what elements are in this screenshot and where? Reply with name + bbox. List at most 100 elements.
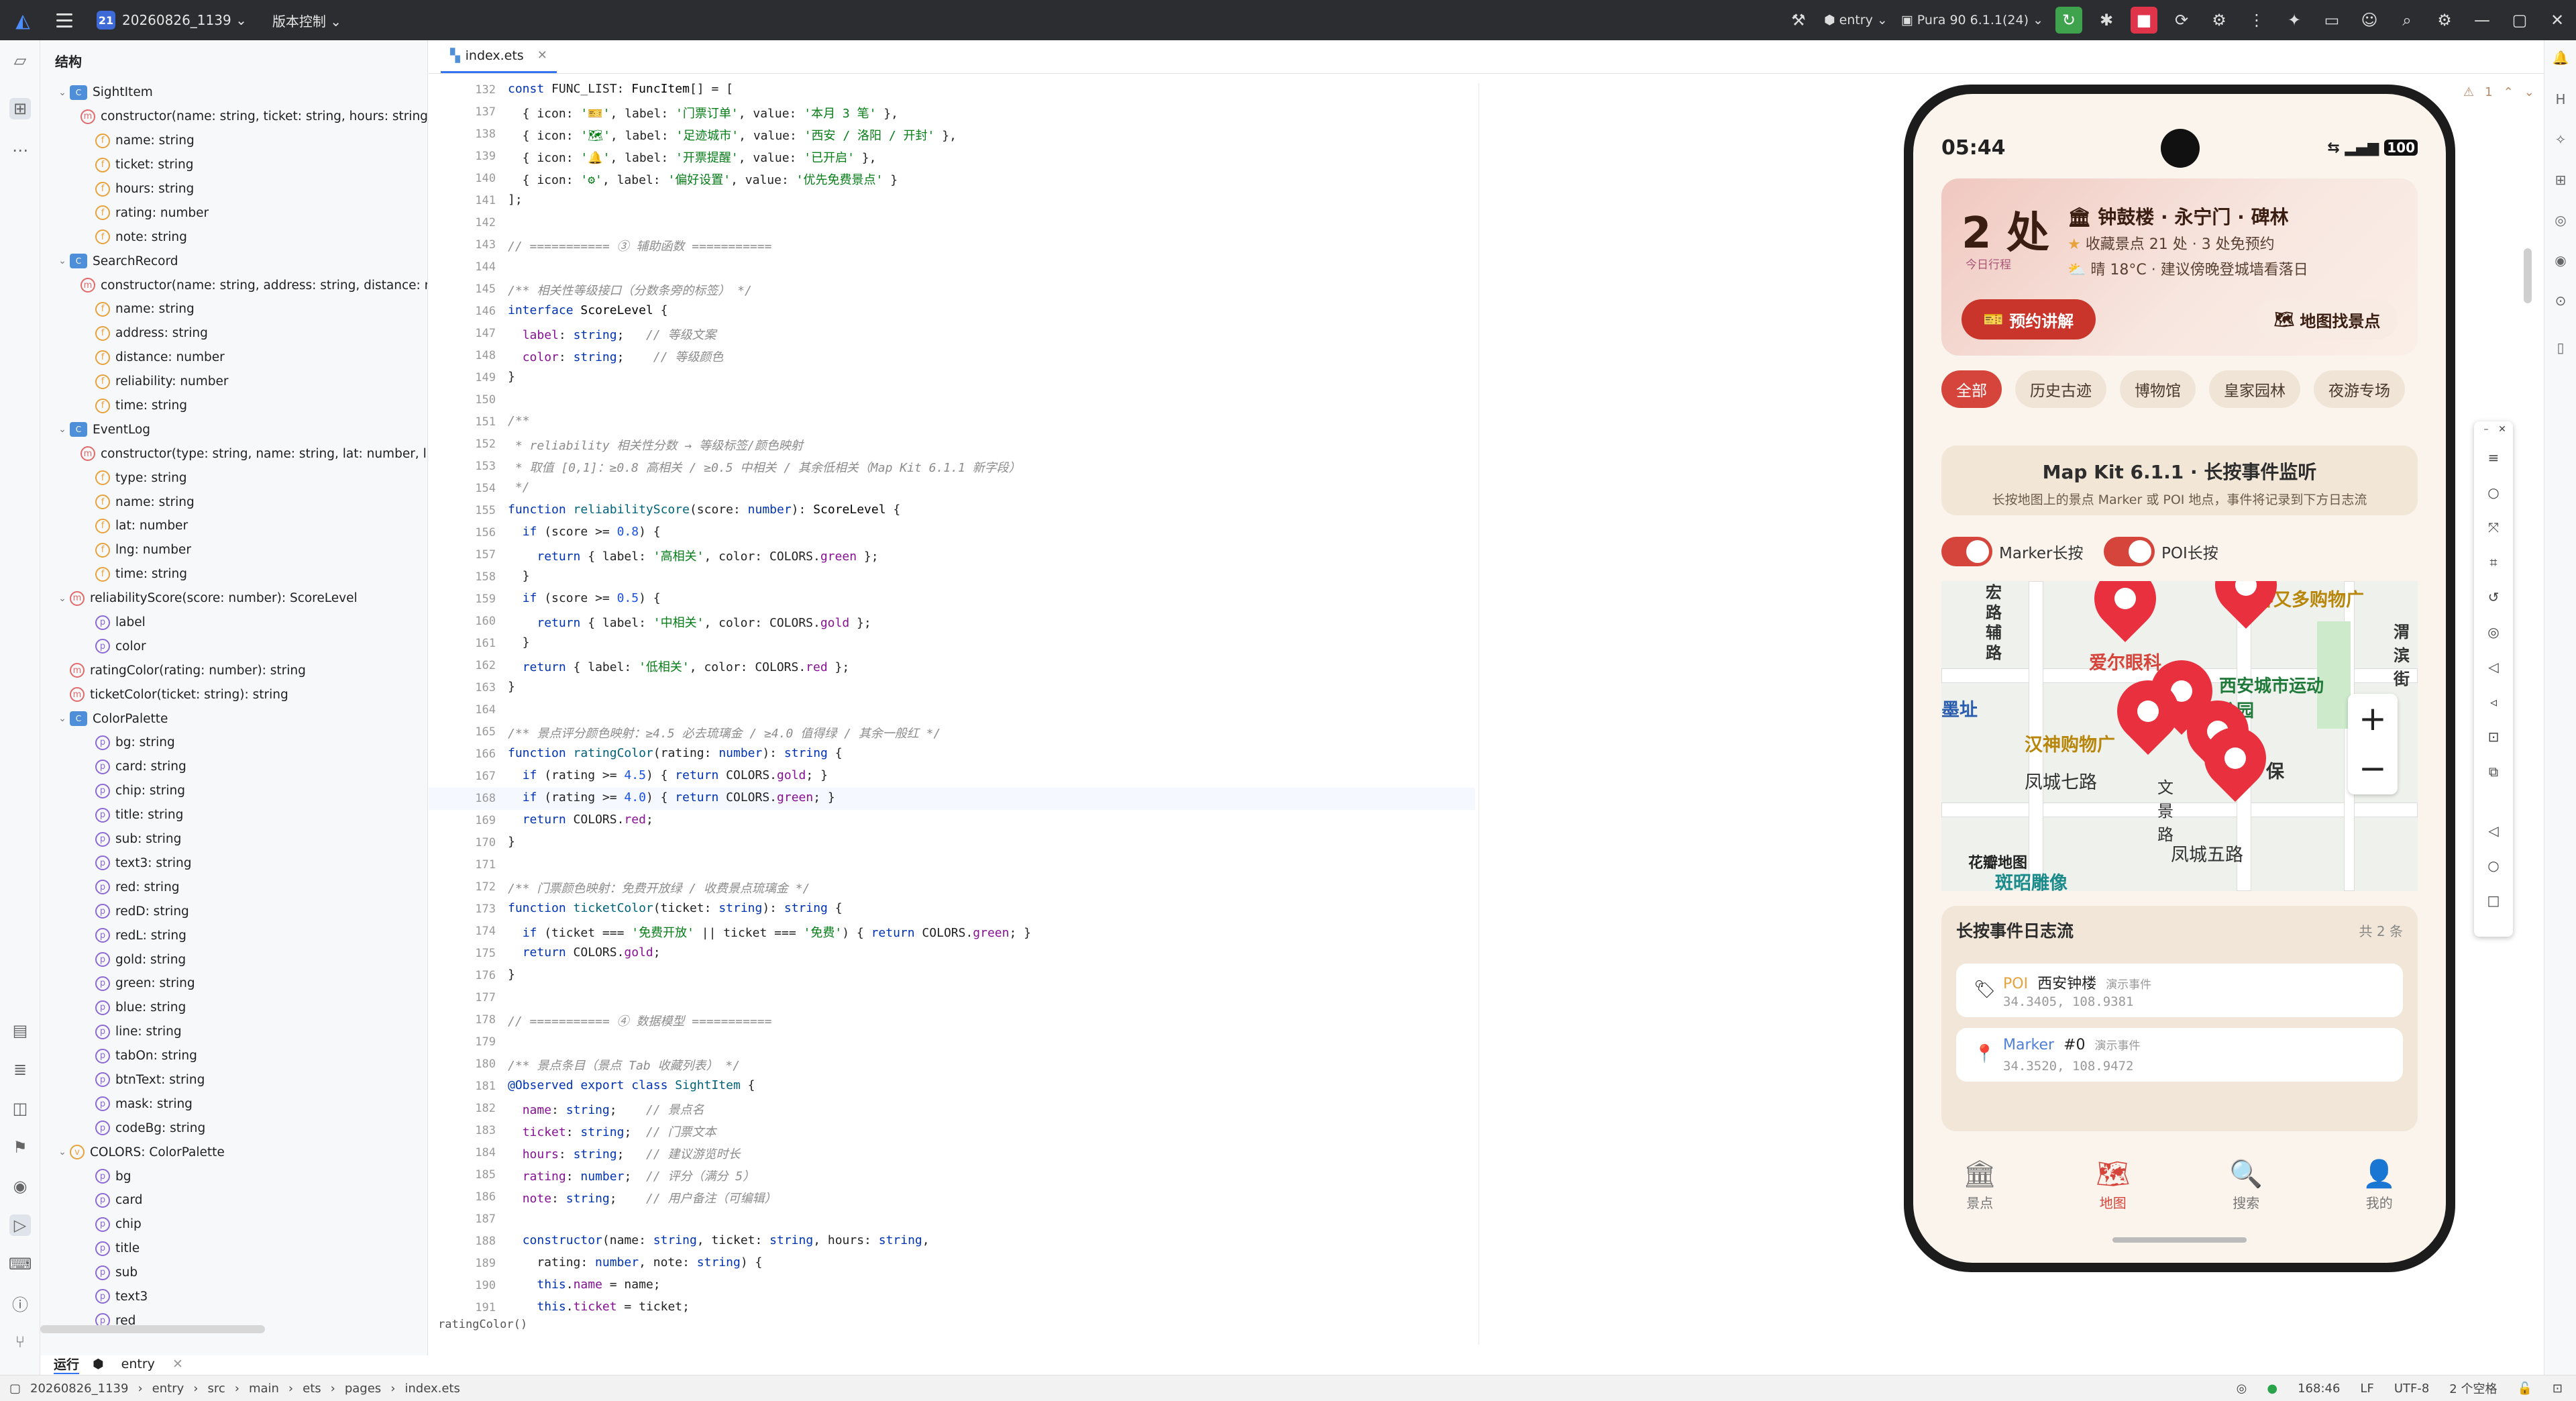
tree-item[interactable]: f ticket: string (40, 153, 427, 177)
code-line[interactable]: note: string; // 用户备注（可编辑） (508, 1189, 777, 1206)
pin-toggle-icon[interactable]: ⤧ (2485, 519, 2502, 535)
close-tab-icon[interactable]: ✕ (537, 48, 547, 62)
code-line[interactable]: /** 景点条目（景点 Tab 收藏列表） */ (508, 1056, 740, 1074)
device-selector[interactable]: ▣ Pura 90 6.1.1(24) ⌄ (1901, 13, 2043, 28)
chevron-down-icon[interactable]: ⌄ (55, 1147, 70, 1157)
category-chip[interactable]: 全部 (1941, 370, 2002, 408)
tree-item[interactable]: f reliability: number (40, 370, 427, 394)
tree-item[interactable]: p sub: string (40, 827, 427, 851)
line-ending[interactable]: LF (2360, 1382, 2373, 1396)
project-selector[interactable]: 20260826_1139 ⌄ (122, 12, 247, 28)
code-line[interactable]: ticket: string; // 门票文本 (508, 1123, 716, 1140)
tree-item[interactable]: p chip (40, 1212, 427, 1237)
tree-item[interactable]: p title (40, 1237, 427, 1261)
nav-search[interactable]: 🔍 搜索 (2206, 1145, 2286, 1225)
git-icon[interactable]: ⑂ (9, 1331, 31, 1353)
tree-item[interactable]: f time: string (40, 394, 427, 418)
tree-item[interactable]: p tabOn: string (40, 1044, 427, 1068)
code-line[interactable]: label: string; // 等级文案 (508, 325, 716, 343)
map-find-button[interactable]: 🗺 地图找景点 (2257, 299, 2398, 340)
tree-item[interactable]: p codeBg: string (40, 1116, 427, 1140)
code-line[interactable]: { icon: '🎫', label: '门票订单', value: '本月 3… (508, 104, 898, 121)
chevron-down-icon[interactable]: ⌄ (55, 87, 70, 98)
path-seg[interactable]: entry (152, 1382, 184, 1396)
tree-item[interactable]: p green: string (40, 972, 427, 996)
nav-sights[interactable]: 🏛 景点 (1939, 1145, 2020, 1225)
record-icon[interactable]: ⧉ (2485, 764, 2502, 780)
switch[interactable] (2104, 537, 2155, 566)
stop-icon[interactable]: ■ (2131, 7, 2157, 34)
rotate-icon[interactable]: ↺ (2485, 589, 2502, 605)
path-seg[interactable]: 20260826_1139 (30, 1382, 128, 1396)
device-icon[interactable]: ▯ (2551, 340, 2570, 358)
maximize-icon[interactable]: ▢ (2506, 7, 2533, 34)
tree-item[interactable]: p chip: string (40, 779, 427, 803)
settings-icon[interactable]: ⚙ (2431, 7, 2458, 34)
code-line[interactable]: } (508, 680, 515, 694)
tree-icon[interactable]: ⊞ (2551, 172, 2570, 191)
ai-icon[interactable]: ◎ (2237, 1382, 2247, 1396)
code-line[interactable]: const FUNC_LIST: FuncItem[] = [ (508, 83, 733, 96)
tree-item[interactable]: ⌄ C EventLog (40, 417, 427, 442)
code-line[interactable]: return { label: '中相关', color: COLORS.gol… (508, 613, 871, 631)
code-line[interactable]: /** 景点评分颜色映射：≥4.5 必去琉璃金 / ≥4.0 值得绿 / 其余一… (508, 724, 941, 741)
editor-scrollbar[interactable] (2524, 248, 2532, 303)
code-line[interactable]: if (ticket === '免费开放' || ticket === '免费'… (508, 923, 1031, 941)
tree-item[interactable]: f type: string (40, 466, 427, 490)
database-icon[interactable]: ◎ (2551, 212, 2570, 231)
account-icon[interactable]: ☺ (2356, 7, 2383, 34)
tree-item[interactable]: m constructor(name: string, ticket: strin… (40, 105, 427, 129)
preview-icon[interactable]: ◉ (2551, 252, 2570, 271)
switch[interactable] (1941, 537, 1992, 566)
code-line[interactable]: @Observed export class SightItem { (508, 1078, 755, 1092)
tree-item[interactable]: m constructor(type: string, name: string,… (40, 442, 427, 466)
tree-item[interactable]: p card: string (40, 755, 427, 779)
profiler-icon[interactable]: ⚙ (2206, 7, 2233, 34)
tree-item[interactable]: f lng: number (40, 538, 427, 562)
menu-icon[interactable]: ≡ (2485, 450, 2502, 466)
build-output-icon[interactable]: ⚑ (9, 1137, 31, 1158)
code-line[interactable]: /** (508, 414, 530, 428)
recents-icon[interactable]: □ (2485, 892, 2502, 909)
tree-item[interactable]: ⌄ m reliabilityScore(score: number): Score… (40, 586, 427, 611)
category-chip[interactable]: 皇家园林 (2209, 370, 2300, 408)
code-line[interactable]: /** 相关性等级接口（分数条旁的标签） */ (508, 281, 752, 299)
code-line[interactable]: { icon: '🔔', label: '开票提醒', value: '已开启'… (508, 148, 877, 166)
indent[interactable]: 2 个空格 (2449, 1380, 2497, 1397)
location-icon[interactable]: ◎ (2485, 624, 2502, 640)
power-icon[interactable]: ○ (2485, 484, 2502, 501)
code-line[interactable]: constructor(name: string, ticket: string… (508, 1233, 930, 1247)
cursor-position[interactable]: 168:46 (2298, 1382, 2340, 1396)
tree-item[interactable]: f hours: string (40, 177, 427, 201)
more-tools-icon[interactable]: ⋯ (9, 140, 31, 161)
nav-me[interactable]: 👤 我的 (2339, 1145, 2420, 1225)
code-editor[interactable]: 132 const FUNC_LIST: FuncItem[] = [137 { … (429, 83, 1475, 1345)
tree-item[interactable]: f distance: number (40, 346, 427, 370)
tree-item[interactable]: ⌄ C SightItem (40, 81, 427, 105)
tree-item[interactable]: f lat: number (40, 514, 427, 538)
tree-item[interactable]: f time: string (40, 562, 427, 586)
code-line[interactable]: } (508, 635, 530, 650)
chevron-down-icon[interactable]: ⌄ (55, 256, 70, 266)
tree-item[interactable]: p redD: string (40, 899, 427, 923)
chevron-down-icon[interactable]: ⌄ (55, 713, 70, 724)
tree-item[interactable]: p line: string (40, 1020, 427, 1044)
code-line[interactable]: } (508, 370, 515, 384)
todo-icon[interactable]: ▤ (9, 1020, 31, 1041)
category-chip[interactable]: 夜游专场 (2314, 370, 2405, 408)
code-line[interactable]: hours: string; // 建议游览时长 (508, 1145, 741, 1162)
log-icon[interactable]: ≣ (9, 1059, 31, 1080)
zoom-out-button[interactable]: − (2348, 743, 2398, 793)
code-line[interactable]: if (score >= 0.5) { (508, 591, 661, 605)
path-seg[interactable]: pages (345, 1382, 381, 1396)
chevron-down-icon[interactable]: ⌄ (55, 424, 70, 435)
chevron-down-icon[interactable]: ⌄ (55, 593, 70, 604)
nav-map[interactable]: 🗺 地图 (2073, 1145, 2153, 1225)
run-tool-icon[interactable]: ▷ (9, 1214, 31, 1236)
code-line[interactable]: { icon: '⚙', label: '偏好设置', value: '优先免费… (508, 170, 898, 188)
app-logo-icon[interactable]: ◭ (9, 7, 36, 34)
volume-up-icon[interactable]: ◁ (2485, 659, 2502, 675)
tab-index-ets[interactable]: ▚ index.ets ✕ (441, 40, 557, 73)
code-line[interactable]: * reliability 相关性分数 → 等级标签/颜色映射 (508, 436, 803, 454)
tree-item[interactable]: ⌄ C SearchRecord (40, 249, 427, 273)
